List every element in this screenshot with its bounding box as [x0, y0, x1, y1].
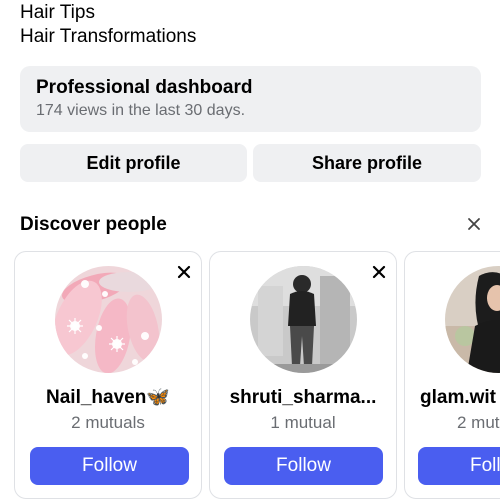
discover-close-icon[interactable] [464, 214, 484, 234]
suggestion-card: Nail_haven🦋 2 mutuals Follow [14, 251, 202, 499]
avatar[interactable] [55, 266, 162, 373]
professional-dashboard-card[interactable]: Professional dashboard 174 views in the … [20, 66, 481, 132]
dashboard-views-text: 174 views in the last 30 days. [36, 102, 246, 119]
follow-button[interactable]: Foll [418, 447, 500, 485]
close-icon[interactable] [175, 263, 193, 281]
bio-line-1: Hair Tips [20, 2, 95, 23]
follow-button[interactable]: Follow [224, 447, 383, 485]
dashboard-title: Professional dashboard [36, 77, 253, 98]
suggestion-card: shruti_sharma... 1 mutual Follow [209, 251, 397, 499]
suggested-username[interactable]: shruti_sharma... [210, 386, 396, 410]
bio-line-2: Hair Transformations [20, 26, 197, 47]
suggested-username[interactable]: glam.wit [420, 386, 500, 410]
discover-people-title: Discover people [20, 214, 167, 235]
edit-profile-button[interactable]: Edit profile [20, 144, 247, 182]
mutuals-count: 2 mut [457, 413, 500, 432]
avatar[interactable] [250, 266, 357, 373]
suggested-username[interactable]: Nail_haven🦋 [15, 386, 201, 410]
share-profile-button[interactable]: Share profile [253, 144, 481, 182]
avatar[interactable] [445, 266, 500, 373]
mutuals-count: 1 mutual [270, 413, 336, 432]
follow-button[interactable]: Follow [30, 447, 189, 485]
mutuals-count: 2 mutuals [71, 413, 145, 432]
suggestion-card: glam.wit 2 mut Foll [404, 251, 500, 499]
close-icon[interactable] [370, 263, 388, 281]
